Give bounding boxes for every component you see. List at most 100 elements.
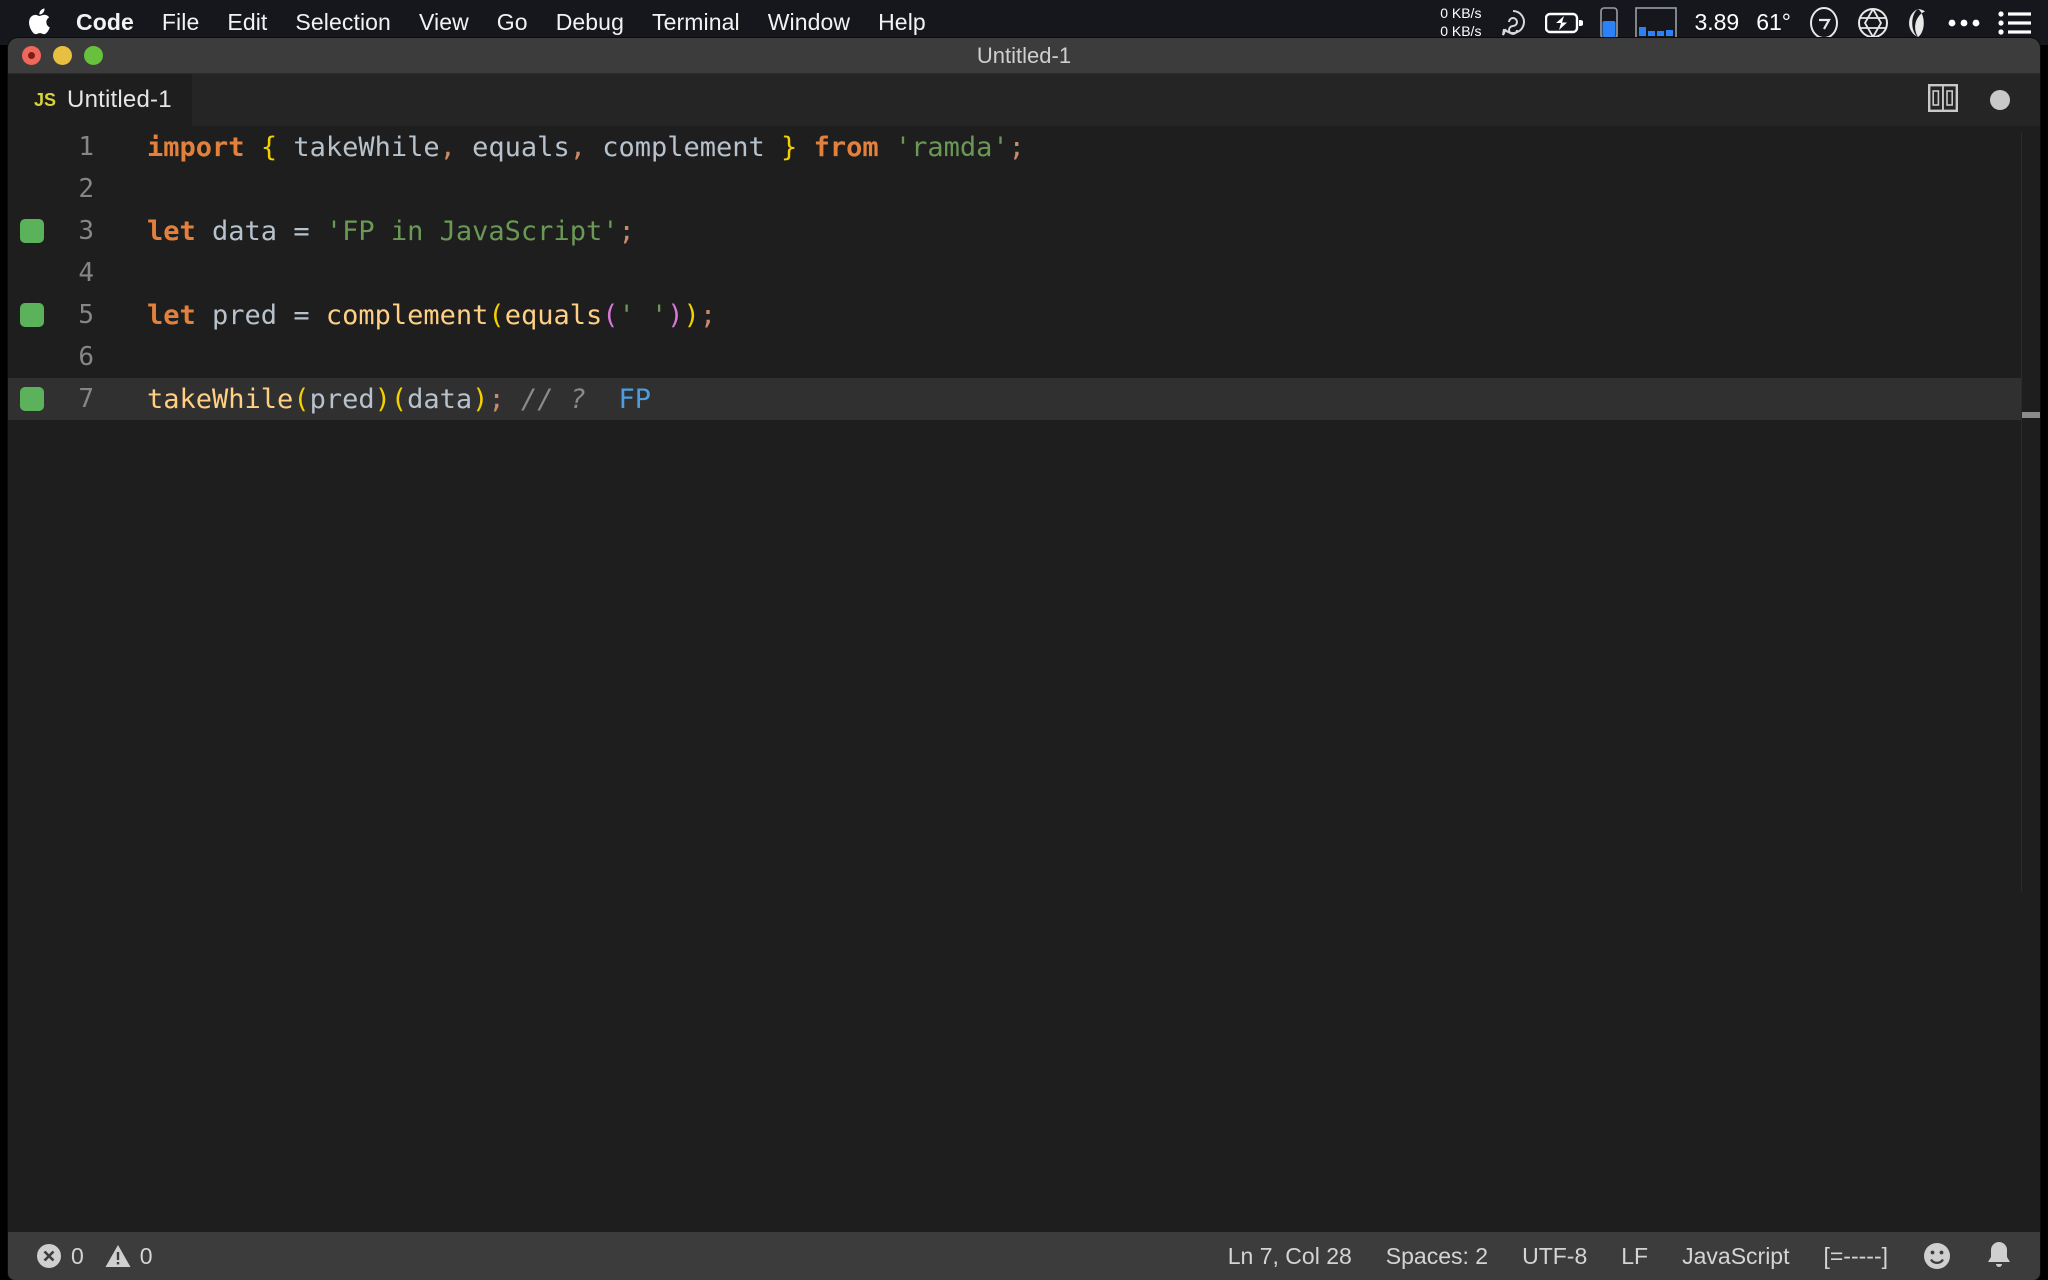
moon-phase-icon[interactable]: [1906, 7, 1930, 39]
code-token: }: [781, 131, 798, 163]
battery-charging-icon[interactable]: [1545, 11, 1584, 35]
menu-edit[interactable]: Edit: [227, 9, 267, 36]
code-token: ): [667, 299, 684, 331]
battery-level-icon[interactable]: [1600, 6, 1619, 39]
code-token: ;: [488, 383, 505, 415]
editor-actions: [1928, 83, 2040, 117]
progress-indicator: [=-----]: [1823, 1242, 1888, 1269]
menu-file[interactable]: File: [162, 9, 199, 36]
code-token: ): [683, 299, 700, 331]
cpu-histogram-icon[interactable]: [1635, 6, 1678, 39]
encoding-setting[interactable]: UTF-8: [1522, 1243, 1587, 1270]
language-mode[interactable]: JavaScript: [1682, 1243, 1789, 1270]
line-number: 4: [78, 258, 94, 288]
code-token: takeWhile: [147, 383, 294, 415]
code-token: complement: [325, 299, 489, 331]
code-token: ' ': [618, 299, 668, 331]
code-text: takeWhile(pred)(data); // ? FP: [116, 384, 651, 415]
menu-view[interactable]: View: [419, 9, 469, 36]
editor-scrollbar[interactable]: [2022, 126, 2040, 1220]
menu-terminal[interactable]: Terminal: [652, 9, 740, 36]
menu-window[interactable]: Window: [768, 9, 850, 36]
code-line[interactable]: 4: [8, 252, 2040, 294]
code-token: data: [407, 383, 473, 415]
menubar-status-items: 0 KB/s 0 KB/s 3.89 61°: [1440, 5, 2032, 39]
code-token: data: [195, 215, 294, 247]
code-token: takeWhile: [277, 131, 440, 163]
aperture-icon[interactable]: [1857, 7, 1889, 39]
line-number: 2: [78, 174, 94, 204]
cpu-load-value: 3.89: [1694, 9, 1740, 35]
menu-go[interactable]: Go: [497, 9, 528, 36]
error-circle-icon[interactable]: [36, 1243, 62, 1269]
code-token: 'ramda': [894, 131, 1009, 163]
code-token: from: [813, 131, 879, 163]
code-token: FP: [585, 383, 652, 415]
network-speed-icon[interactable]: 0 KB/s 0 KB/s: [1440, 5, 1481, 39]
code-line[interactable]: 2: [8, 168, 2040, 210]
smiley-icon[interactable]: [1922, 1241, 1952, 1271]
run-marker-icon[interactable]: [20, 303, 44, 327]
code-line[interactable]: 5 let pred = complement(equals(' '));: [8, 294, 2040, 336]
cursor-position[interactable]: Ln 7, Col 28: [1228, 1243, 1352, 1270]
cloud-sync-icon[interactable]: [1498, 8, 1528, 38]
window-titlebar: Untitled-1: [8, 38, 2040, 74]
code-text: let data = 'FP in JavaScript';: [116, 216, 635, 247]
vscode-window: Untitled-1 JS Untitled-1 1 import { takeW…: [8, 38, 2040, 1280]
code-line[interactable]: 6: [8, 336, 2040, 378]
code-token: 'FP in JavaScript': [325, 215, 619, 247]
menu-help[interactable]: Help: [878, 9, 926, 36]
run-marker-icon[interactable]: [20, 219, 44, 243]
line-number: 6: [78, 342, 94, 372]
code-token: pred: [309, 383, 375, 415]
code-token: (: [488, 299, 505, 331]
menu-selection[interactable]: Selection: [295, 9, 391, 36]
warning-count: 0: [139, 1242, 153, 1269]
network-upload-speed: 0 KB/s: [1440, 5, 1482, 22]
menu-debug[interactable]: Debug: [556, 9, 624, 36]
window-title: Untitled-1: [976, 42, 1072, 68]
code-token: let: [147, 299, 196, 331]
line-number: 1: [78, 132, 94, 162]
code-token: // ?: [504, 383, 586, 415]
status-bar: 0 0 Ln 7, Col 28 Spaces: 2 UTF-8 LF Java…: [8, 1232, 2040, 1280]
status-bar-left: 0 0: [8, 1243, 165, 1270]
temperature-value: 61°: [1756, 9, 1791, 35]
status-bar-right: Ln 7, Col 28 Spaces: 2 UTF-8 LF JavaScri…: [1228, 1241, 2040, 1271]
split-editor-icon[interactable]: [1928, 83, 1959, 117]
code-token: =: [293, 299, 310, 331]
code-token: let: [147, 215, 196, 247]
code-token: (: [602, 299, 619, 331]
code-token: (: [293, 383, 310, 415]
code-line[interactable]: 3 let data = 'FP in JavaScript';: [8, 210, 2040, 252]
code-token: (: [390, 383, 408, 415]
eol-setting[interactable]: LF: [1621, 1243, 1648, 1270]
indentation-setting[interactable]: Spaces: 2: [1386, 1243, 1488, 1270]
code-line[interactable]: 1 import { takeWhile, equals, complement …: [8, 126, 2040, 168]
code-token: pred: [195, 299, 294, 331]
menu-code[interactable]: Code: [76, 9, 134, 36]
code-line[interactable]: 7 takeWhile(pred)(data); // ? FP: [8, 378, 2040, 420]
apple-logo-icon[interactable]: [26, 8, 52, 38]
code-token: ): [472, 383, 489, 415]
warning-triangle-icon[interactable]: [105, 1243, 131, 1269]
code-token: ;: [699, 299, 717, 331]
unsaved-dot-icon[interactable]: [1990, 90, 2010, 110]
run-marker-icon[interactable]: [20, 387, 44, 411]
code-token: ,: [569, 131, 586, 163]
ellipsis-icon[interactable]: [1947, 17, 1981, 29]
timer-icon[interactable]: [1808, 6, 1840, 40]
tab-untitled-1[interactable]: JS Untitled-1: [8, 74, 193, 126]
js-file-icon: JS: [34, 89, 57, 110]
code-token: ): [374, 383, 391, 415]
code-text: import { takeWhile, equals, complement }…: [116, 132, 1025, 163]
menu-list-icon[interactable]: [1998, 10, 2032, 36]
code-lines-container: 1 import { takeWhile, equals, complement …: [8, 126, 2040, 420]
code-editor[interactable]: 1 import { takeWhile, equals, complement …: [8, 126, 2040, 1220]
bell-icon[interactable]: [1986, 1241, 2012, 1271]
scrollbar-thumb[interactable]: [2022, 412, 2040, 418]
